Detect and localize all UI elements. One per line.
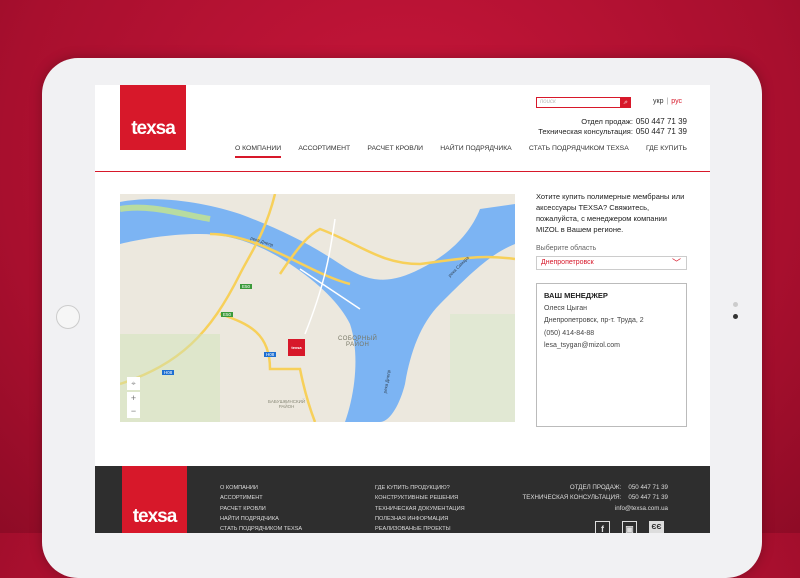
footer-link[interactable]: О КОМПАНИИ: [220, 483, 302, 493]
region-select-label: Выберите область: [536, 245, 597, 252]
texsa-map-marker[interactable]: texsa: [288, 339, 305, 356]
footer-tech-label: ТЕХНИЧЕСКАЯ КОНСУЛЬТАЦИЯ:: [522, 494, 622, 502]
sales-label: Отдел продаж:: [581, 117, 633, 126]
tech-phone: 050 447 71 39: [635, 127, 687, 136]
lang-sep: |: [666, 98, 669, 105]
texsa-logo[interactable]: texsa: [120, 85, 186, 150]
footer-logo[interactable]: texsa: [122, 466, 187, 533]
locate-icon[interactable]: ⌖: [127, 377, 140, 390]
manager-email[interactable]: lesa_tsygan@mizol.com: [544, 340, 679, 353]
tech-label: Техническая консультация:: [538, 127, 633, 136]
footer-link[interactable]: АССОРТИМЕНТ: [220, 493, 302, 503]
facebook-icon[interactable]: f: [595, 521, 610, 533]
footer-link[interactable]: КОНСТРУКТИВНЫЕ РЕШЕНИЯ: [375, 493, 465, 503]
search-icon[interactable]: ⌕: [620, 97, 631, 108]
sensor-dot: [733, 302, 738, 307]
manager-name: Олеся Цыган: [544, 304, 587, 312]
footer-link[interactable]: СТАТЬ ПОДРЯДЧИКОМ TEXSA: [220, 524, 302, 533]
intro-text: Хотите купить полимерные мембраны или ак…: [536, 192, 685, 234]
footer-sales-phone: 050 447 71 39: [628, 484, 668, 491]
road-badge: E50: [240, 284, 253, 289]
road-badge: E50: [221, 312, 234, 317]
search-placeholder: поиск: [540, 99, 556, 105]
home-button[interactable]: [56, 305, 80, 329]
road-badge: H08: [162, 370, 175, 375]
footer-tech-phone: 050 447 71 39: [628, 494, 668, 502]
logo-text: texsa: [132, 506, 178, 527]
language-switch: укр | рус: [653, 98, 682, 105]
manager-title: ВАШ МЕНЕДЖЕР: [544, 291, 608, 300]
sales-phone: 050 447 71 39: [635, 117, 687, 126]
footer-link[interactable]: НАЙТИ ПОДРЯДЧИКА: [220, 514, 302, 524]
footer-contacts: ОТДЕЛ ПРОДАЖ: 050 447 71 39 ТЕХНИЧЕСКАЯ …: [522, 483, 668, 514]
district-label: БАБУШКИНСКИЙ РАЙОН: [268, 399, 305, 409]
footer-links-1: О КОМПАНИИ АССОРТИМЕНТ РАСЧЕТ КРОВЛИ НАЙ…: [220, 483, 302, 533]
marker-text: texsa: [291, 345, 302, 350]
header-divider: [95, 171, 710, 172]
manager-address: Днепропетровск, пр-т. Труда, 2: [544, 317, 644, 324]
nav-find-contractor[interactable]: НАЙТИ ПОДРЯДЧИКА: [440, 145, 511, 158]
nav-assortment[interactable]: АССОРТИМЕНТ: [298, 145, 350, 158]
manager-phone: (050) 414-84-88: [544, 329, 595, 337]
district-label: СОБОРНЫЙ РАЙОН: [338, 336, 377, 348]
webpage: texsa поиск ⌕ укр | рус Отдел продаж: 050 4…: [95, 85, 710, 533]
footer-sales-label: ОТДЕЛ ПРОДАЖ:: [569, 484, 622, 491]
nav-about[interactable]: О КОМПАНИИ: [235, 145, 282, 158]
footer-link[interactable]: ГДЕ КУПИТЬ ПРОДУКЦИЮ?: [375, 483, 465, 493]
nav-where-buy[interactable]: ГДЕ КУПИТЬ: [646, 145, 687, 158]
manager-card: ВАШ МЕНЕДЖЕР Олеся Цыган Днепропетровск,…: [536, 283, 687, 427]
footer: texsa О КОМПАНИИ АССОРТИМЕНТ РАСЧЕТ КРОВ…: [95, 466, 710, 533]
main-nav: О КОМПАНИИ АССОРТИМЕНТ РАСЧЕТ КРОВЛИ НАЙ…: [235, 145, 687, 158]
footer-link[interactable]: ПОЛЕЗНАЯ ИНФОРМАЦИЯ: [375, 514, 465, 524]
nav-roof-calc[interactable]: РАСЧЕТ КРОВЛИ: [367, 145, 423, 158]
footer-link[interactable]: ТЕХНИЧЕСКАЯ ДОКУМЕНТАЦИЯ: [375, 504, 465, 514]
lang-ukr[interactable]: укр: [653, 98, 663, 105]
footer-email[interactable]: info@texsa.com.ua: [522, 504, 668, 514]
lang-rus[interactable]: рус: [671, 98, 682, 105]
zoom-out-button[interactable]: −: [127, 405, 140, 418]
nav-become-contractor[interactable]: СТАТЬ ПОДРЯДЧИКОМ TEXSA: [529, 145, 629, 158]
map-canvas: [120, 194, 515, 422]
evolution-icon[interactable]: ЄЄ: [649, 521, 664, 533]
header-phones: Отдел продаж: 050 447 71 39 Техническая …: [538, 117, 687, 137]
camera-dot: [733, 314, 738, 319]
chevron-down-icon: ﹀: [671, 258, 681, 268]
region-select-value: Днепропетровск: [541, 259, 594, 266]
map[interactable]: река Днепр река Самара река Днепр СОБОРН…: [120, 194, 515, 422]
zoom-in-button[interactable]: +: [127, 392, 140, 405]
logo-text: texsa: [131, 118, 176, 139]
footer-links-2: ГДЕ КУПИТЬ ПРОДУКЦИЮ? КОНСТРУКТИВНЫЕ РЕШ…: [375, 483, 465, 533]
region-select[interactable]: Днепропетровск ﹀: [536, 256, 687, 270]
search-input[interactable]: поиск ⌕: [536, 97, 631, 108]
district-word: РАЙОН: [345, 342, 370, 348]
district-word: РАЙОН: [278, 404, 295, 409]
road-badge: H08: [264, 352, 277, 357]
footer-link[interactable]: РЕАЛИЗОВАНЫЕ ПРОЕКТЫ: [375, 524, 465, 533]
youtube-icon[interactable]: ▣: [622, 521, 637, 533]
footer-link[interactable]: РАСЧЕТ КРОВЛИ: [220, 504, 302, 514]
